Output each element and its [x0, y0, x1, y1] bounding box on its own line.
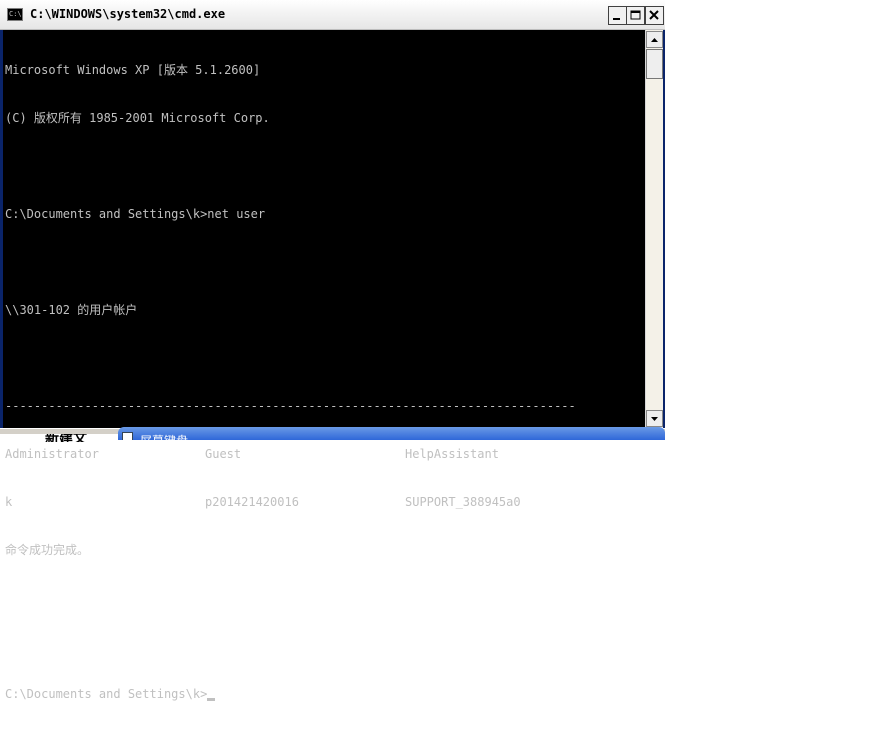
cmd-icon[interactable]: C:\ [7, 8, 23, 21]
scroll-thumb[interactable] [646, 49, 663, 79]
window-title: C:\WINDOWS\system32\cmd.exe [30, 7, 226, 21]
console-line: (C) 版权所有 1985-2001 Microsoft Corp. [5, 111, 270, 125]
accounts-header: \\301-102 的用户帐户 [5, 303, 138, 317]
user-row: k p201421420016 SUPPORT_388945a0 [5, 494, 641, 510]
scroll-up-button[interactable] [646, 31, 663, 48]
arrow-up-icon [651, 38, 658, 42]
text-cursor [207, 698, 216, 701]
console-area[interactable]: Microsoft Windows XP [版本 5.1.2600] (C) 版… [3, 30, 645, 701]
maximize-icon [630, 10, 641, 20]
on-screen-keyboard-titlebar[interactable]: 屏幕键盘 [118, 427, 665, 440]
user-name: p201421420016 [205, 495, 299, 509]
background-window-text: 新建文 [45, 434, 115, 442]
close-icon [649, 10, 659, 20]
separator-line: ----------------------------------------… [5, 399, 576, 413]
user-name: Administrator [5, 447, 99, 461]
minimize-button[interactable] [608, 6, 627, 25]
title-bar[interactable]: C:\ C:\WINDOWS\system32\cmd.exe [0, 0, 665, 30]
user-name: k [5, 495, 13, 509]
completion-message: 命令成功完成。 [5, 543, 90, 557]
console-line: Microsoft Windows XP [版本 5.1.2600] [5, 63, 261, 77]
arrow-down-icon [651, 417, 658, 421]
vertical-scrollbar[interactable] [645, 30, 663, 428]
prompt-text: C:\Documents and Settings\k> [5, 687, 208, 701]
user-row: Administrator Guest HelpAssistant [5, 446, 641, 462]
scroll-down-button[interactable] [646, 410, 663, 427]
prompt-line: C:\Documents and Settings\k> [5, 686, 641, 702]
user-name: Guest [205, 447, 242, 461]
keyboard-icon [122, 432, 133, 440]
user-name: HelpAssistant [405, 447, 499, 461]
user-name: SUPPORT_388945a0 [405, 495, 521, 509]
minimize-icon [613, 18, 620, 20]
background-text: 新建文 [45, 434, 87, 442]
maximize-button[interactable] [626, 6, 645, 25]
console-output: Microsoft Windows XP [版本 5.1.2600] (C) 版… [5, 30, 641, 734]
cmd-window: C:\ C:\WINDOWS\system32\cmd.exe Microsof… [0, 0, 665, 701]
on-screen-keyboard-title: 屏幕键盘 [140, 432, 188, 440]
close-button[interactable] [645, 6, 664, 25]
command-line: C:\Documents and Settings\k>net user [5, 207, 266, 221]
